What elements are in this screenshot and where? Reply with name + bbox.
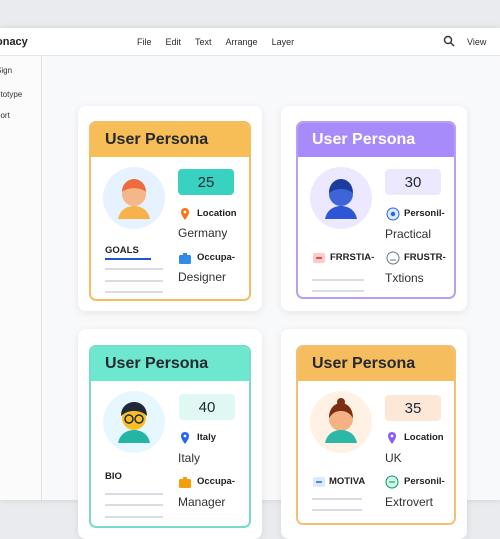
personality-icon	[385, 475, 399, 489]
section-label: GOALS	[105, 245, 139, 256]
menu-file[interactable]: File	[137, 37, 152, 47]
section-label: BIO	[105, 471, 122, 482]
card-header: User Persona	[91, 347, 249, 381]
menu-text[interactable]: Text	[195, 37, 212, 47]
persona-card[interactable]: User Persona 30 Personil- Practical FRUS…	[296, 121, 456, 299]
occupation-value: Manager	[178, 495, 226, 509]
design-canvas: User Persona 25 Location Germany Occupa-…	[43, 56, 500, 539]
warning-icon	[313, 253, 325, 263]
text-line	[105, 493, 163, 495]
text-line	[105, 291, 163, 293]
main-menu: File Edit Text Arrange Layer	[137, 37, 308, 47]
personality-value: Practical	[385, 227, 432, 241]
age-badge: 35	[385, 395, 441, 421]
personality-label: Personil-	[404, 208, 445, 219]
sidebar-item-export[interactable]: port	[0, 111, 10, 120]
occupation-label: Occupa-	[197, 252, 236, 263]
app-window: onacy File Edit Text Arrange Layer View …	[0, 28, 500, 539]
text-line	[312, 279, 364, 281]
text-line	[312, 290, 364, 292]
avatar	[310, 391, 372, 453]
frustration-icon	[386, 251, 400, 265]
location-pin-icon	[388, 432, 396, 444]
persona-card[interactable]: User Persona 25 Location Germany Occupa-…	[89, 121, 251, 301]
view-button[interactable]: View	[467, 37, 486, 47]
card-header: User Persona	[298, 123, 454, 157]
persona-card[interactable]: User Persona 35 Location UK Personil- Ex…	[296, 345, 456, 525]
text-line	[105, 516, 163, 518]
occupation-label: Occupa-	[197, 476, 236, 487]
menu-edit[interactable]: Edit	[166, 37, 182, 47]
section-underline	[105, 258, 151, 260]
motivation-icon	[313, 477, 325, 487]
menu-layer[interactable]: Layer	[272, 37, 295, 47]
location-value: UK	[385, 451, 402, 465]
menu-arrange[interactable]: Arrange	[226, 37, 258, 47]
sidebar-item-sign[interactable]: Sign	[0, 66, 12, 75]
location-pin-icon	[181, 432, 189, 444]
briefcase-icon	[179, 477, 191, 488]
personality-icon	[386, 207, 400, 221]
card-header: User Persona	[91, 123, 249, 157]
location-label: Location	[404, 432, 444, 443]
frustrations-label: FRUSTR-	[404, 252, 446, 263]
text-line	[312, 509, 362, 511]
text-line	[105, 504, 163, 506]
location-pin-icon	[181, 208, 189, 220]
occupation-value: Designer	[178, 270, 227, 284]
menu-bar: onacy File Edit Text Arrange Layer View	[0, 28, 500, 56]
sidebar: Sign ototype port	[0, 56, 42, 500]
age-badge: 40	[179, 394, 235, 420]
location-label: Location	[197, 208, 237, 219]
app-title: onacy	[0, 36, 28, 48]
personality-value: Extrovert	[385, 495, 434, 509]
card-header: User Persona	[298, 347, 454, 381]
search-icon[interactable]	[443, 35, 455, 47]
frustrations-value: Txtions	[385, 271, 424, 285]
location-value: Italy	[178, 451, 201, 465]
avatar	[310, 167, 372, 229]
location-label: Italy	[197, 432, 217, 443]
avatar	[103, 391, 165, 453]
text-line	[105, 268, 163, 270]
age-badge: 25	[178, 169, 234, 195]
persona-card[interactable]: User Persona 40 Italy Italy Occupa- Mana…	[89, 345, 251, 528]
section-label: MOTIVA	[329, 476, 366, 487]
avatar	[103, 167, 165, 229]
personality-label: Personil-	[404, 476, 445, 487]
text-line	[105, 280, 163, 282]
sidebar-item-prototype[interactable]: ototype	[0, 90, 22, 99]
age-badge: 30	[385, 169, 441, 195]
section-label: FRRSTIA-	[330, 252, 375, 263]
location-value: Germany	[178, 226, 228, 240]
briefcase-icon	[179, 253, 191, 264]
